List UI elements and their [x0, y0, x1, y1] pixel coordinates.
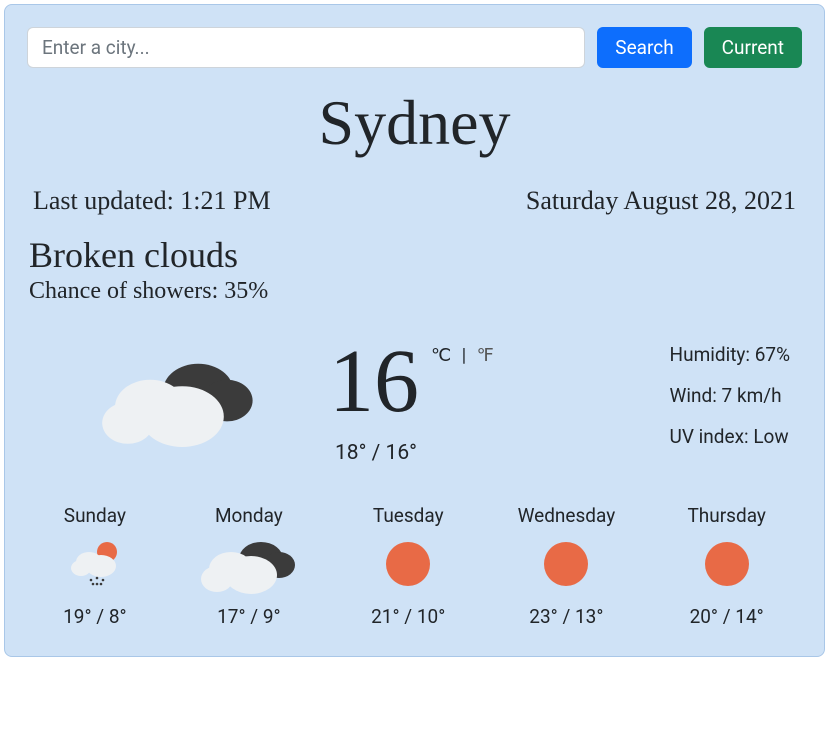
current-icon-wrap: [29, 337, 329, 460]
conditions: Broken clouds Chance of showers: 35%: [27, 234, 802, 305]
last-updated: Last updated: 1:21 PM: [33, 186, 271, 216]
wind: Wind: 7 km/h: [670, 384, 790, 407]
high-low-temp: 18° / 16°: [335, 441, 494, 465]
chance-of-showers: Chance of showers: 35%: [29, 278, 800, 305]
forecast-day-temps: 17° / 9°: [217, 605, 281, 628]
city-title: Sydney: [27, 86, 802, 160]
unit-separator: |: [462, 345, 466, 366]
rain-sun-icon: [67, 538, 123, 595]
search-form: Search Current: [27, 27, 802, 68]
current-temp-wrap: 16 ℃ | ℉ 18° / 16°: [329, 337, 494, 465]
forecast-day-label: Tuesday: [373, 504, 444, 527]
temp-line: 16 ℃ | ℉: [329, 337, 494, 427]
humidity: Humidity: 67%: [670, 343, 790, 366]
current-weather-row: 16 ℃ | ℉ 18° / 16° Humidity: 67% Wind: 7…: [27, 305, 802, 476]
broken-clouds-icon: [99, 343, 259, 460]
forecast-day-temps: 20° / 14°: [690, 605, 764, 628]
current-date: Saturday August 28, 2021: [526, 186, 796, 216]
meta-row: Last updated: 1:21 PM Saturday August 28…: [27, 186, 802, 220]
search-button[interactable]: Search: [597, 27, 691, 68]
forecast-row: Sunday 19° / 8° Monday 17° / 9° Tuesday …: [27, 504, 802, 634]
unit-fahrenheit-link[interactable]: ℉: [477, 345, 494, 366]
forecast-day: Monday 17° / 9°: [199, 504, 299, 628]
forecast-day: Tuesday 21° / 10°: [371, 504, 445, 628]
current-temperature: 16: [329, 337, 419, 427]
details-column: Humidity: 67% Wind: 7 km/h UV index: Low: [670, 337, 800, 466]
sun-icon: [386, 542, 430, 591]
broken-clouds-icon: [199, 529, 299, 604]
forecast-day: Wednesday 23° / 13°: [518, 504, 616, 628]
forecast-day-temps: 19° / 8°: [63, 605, 127, 628]
sun-icon: [705, 542, 749, 591]
unit-toggle: ℃ | ℉: [419, 337, 494, 366]
forecast-day-label: Sunday: [64, 504, 126, 527]
condition-text: Broken clouds: [29, 234, 800, 276]
forecast-day-label: Wednesday: [518, 504, 616, 527]
weather-card: Search Current Sydney Last updated: 1:21…: [4, 4, 825, 657]
forecast-day-temps: 21° / 10°: [371, 605, 445, 628]
forecast-day-temps: 23° / 13°: [529, 605, 603, 628]
forecast-day: Thursday 20° / 14°: [687, 504, 765, 628]
forecast-day: Sunday 19° / 8°: [63, 504, 127, 628]
sun-icon: [544, 542, 588, 591]
current-location-button[interactable]: Current: [704, 27, 802, 68]
search-input[interactable]: [27, 27, 585, 68]
uv-index: UV index: Low: [670, 425, 790, 448]
forecast-day-label: Thursday: [687, 504, 765, 527]
unit-celsius-link[interactable]: ℃: [431, 345, 451, 366]
forecast-day-label: Monday: [215, 504, 283, 527]
